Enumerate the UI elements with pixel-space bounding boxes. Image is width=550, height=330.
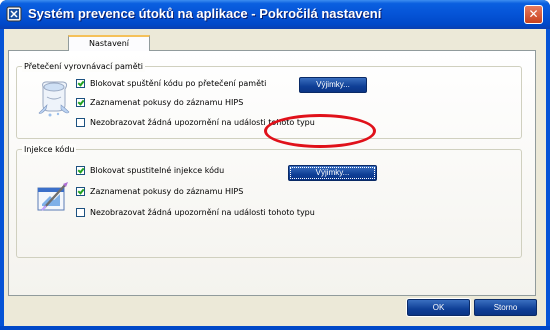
tab-panel: Přetečení vyrovnávací paměti Blokovat sp… [8, 50, 536, 296]
option-suppress-injection-alerts[interactable]: Nezobrazovat žádná upozornění na událost… [76, 208, 315, 220]
log-buffer-hips-checkbox[interactable] [76, 98, 85, 107]
buffer-overflow-group: Přetečení vyrovnávací paměti Blokovat sp… [16, 61, 522, 139]
dialog-client-area: Nastavení Přetečení vyrovnávací paměti B… [4, 29, 546, 326]
block-buffer-exec-label: Blokovat spuštění kódu po přetečení pamě… [90, 79, 267, 88]
close-button[interactable]: ✕ [524, 5, 543, 24]
dialog-window: Systém prevence útoků na aplikace - Pokr… [0, 0, 550, 330]
option-block-injection[interactable]: Blokovat spustitelné injekce kódu [76, 166, 224, 178]
buffer-overflow-icon [38, 81, 70, 117]
title-bar[interactable]: Systém prevence útoků na aplikace - Pokr… [0, 0, 550, 29]
window-frame-bottom [0, 326, 550, 330]
shield-app-icon [6, 6, 22, 22]
injection-exceptions-button[interactable]: Výjimky... [288, 165, 377, 181]
block-injection-label: Blokovat spustitelné injekce kódu [90, 166, 225, 175]
buffer-exceptions-button[interactable]: Výjimky... [299, 77, 367, 93]
log-buffer-hips-label: Zaznamenat pokusy do záznamu HIPS [90, 98, 244, 107]
option-block-buffer-exec[interactable]: Blokovat spuštění kódu po přetečení pamě… [76, 79, 266, 91]
window-title: Systém prevence útoků na aplikace - Pokr… [28, 6, 382, 21]
ok-button[interactable]: OK [406, 298, 471, 317]
log-injection-hips-checkbox[interactable] [76, 187, 85, 196]
code-injection-group-title: Injekce kódu [22, 144, 77, 155]
option-log-injection-hips[interactable]: Zaznamenat pokusy do záznamu HIPS [76, 187, 243, 199]
log-injection-hips-label: Zaznamenat pokusy do záznamu HIPS [90, 187, 244, 196]
block-injection-checkbox[interactable] [76, 166, 85, 175]
option-log-buffer-hips[interactable]: Zaznamenat pokusy do záznamu HIPS [76, 98, 243, 110]
cancel-button[interactable]: Storno [474, 299, 537, 316]
tab-nastaveni[interactable]: Nastavení [68, 35, 150, 51]
suppress-buffer-alerts-label: Nezobrazovat žádná upozornění na událost… [90, 118, 315, 127]
buffer-overflow-group-title: Přetečení vyrovnávací paměti [22, 61, 145, 72]
window-frame-right [546, 29, 550, 330]
suppress-injection-alerts-label: Nezobrazovat žádná upozornění na událost… [90, 208, 315, 217]
block-buffer-exec-checkbox[interactable] [76, 79, 85, 88]
code-injection-group: Injekce kódu Blokovat spustitelné injekc… [16, 144, 522, 258]
option-suppress-buffer-alerts[interactable]: Nezobrazovat žádná upozornění na událost… [76, 118, 315, 130]
suppress-injection-alerts-checkbox[interactable] [76, 208, 85, 217]
code-injection-icon [37, 182, 68, 211]
suppress-buffer-alerts-checkbox[interactable] [76, 118, 85, 127]
close-icon: ✕ [528, 7, 539, 21]
